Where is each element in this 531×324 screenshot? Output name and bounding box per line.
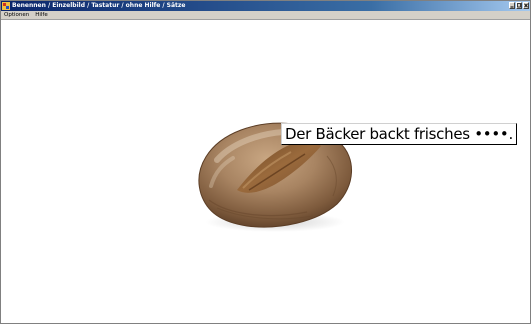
title-bar[interactable]: Benennen / Einzelbild / Tastatur / ohne … bbox=[1, 1, 530, 11]
sentence-field[interactable]: Der Bäcker backt frisches ••••. bbox=[281, 123, 517, 145]
app-window: Benennen / Einzelbild / Tastatur / ohne … bbox=[0, 0, 531, 324]
caption-buttons bbox=[509, 2, 529, 9]
sentence-text: Der Bäcker backt frisches ••••. bbox=[285, 125, 513, 143]
window-title: Benennen / Einzelbild / Tastatur / ohne … bbox=[12, 2, 186, 9]
menu-optionen[interactable]: Optionen bbox=[1, 11, 32, 19]
minimize-button[interactable] bbox=[509, 2, 515, 9]
menu-bar: Optionen Hilfe bbox=[1, 11, 530, 20]
maximize-icon bbox=[517, 3, 521, 8]
minimize-icon bbox=[510, 6, 514, 8]
close-icon bbox=[524, 3, 528, 8]
close-button[interactable] bbox=[523, 2, 529, 9]
exercise-area: Der Bäcker backt frisches ••••. bbox=[1, 20, 530, 323]
app-icon bbox=[2, 2, 10, 10]
menu-hilfe[interactable]: Hilfe bbox=[32, 11, 51, 19]
maximize-button[interactable] bbox=[516, 2, 522, 9]
